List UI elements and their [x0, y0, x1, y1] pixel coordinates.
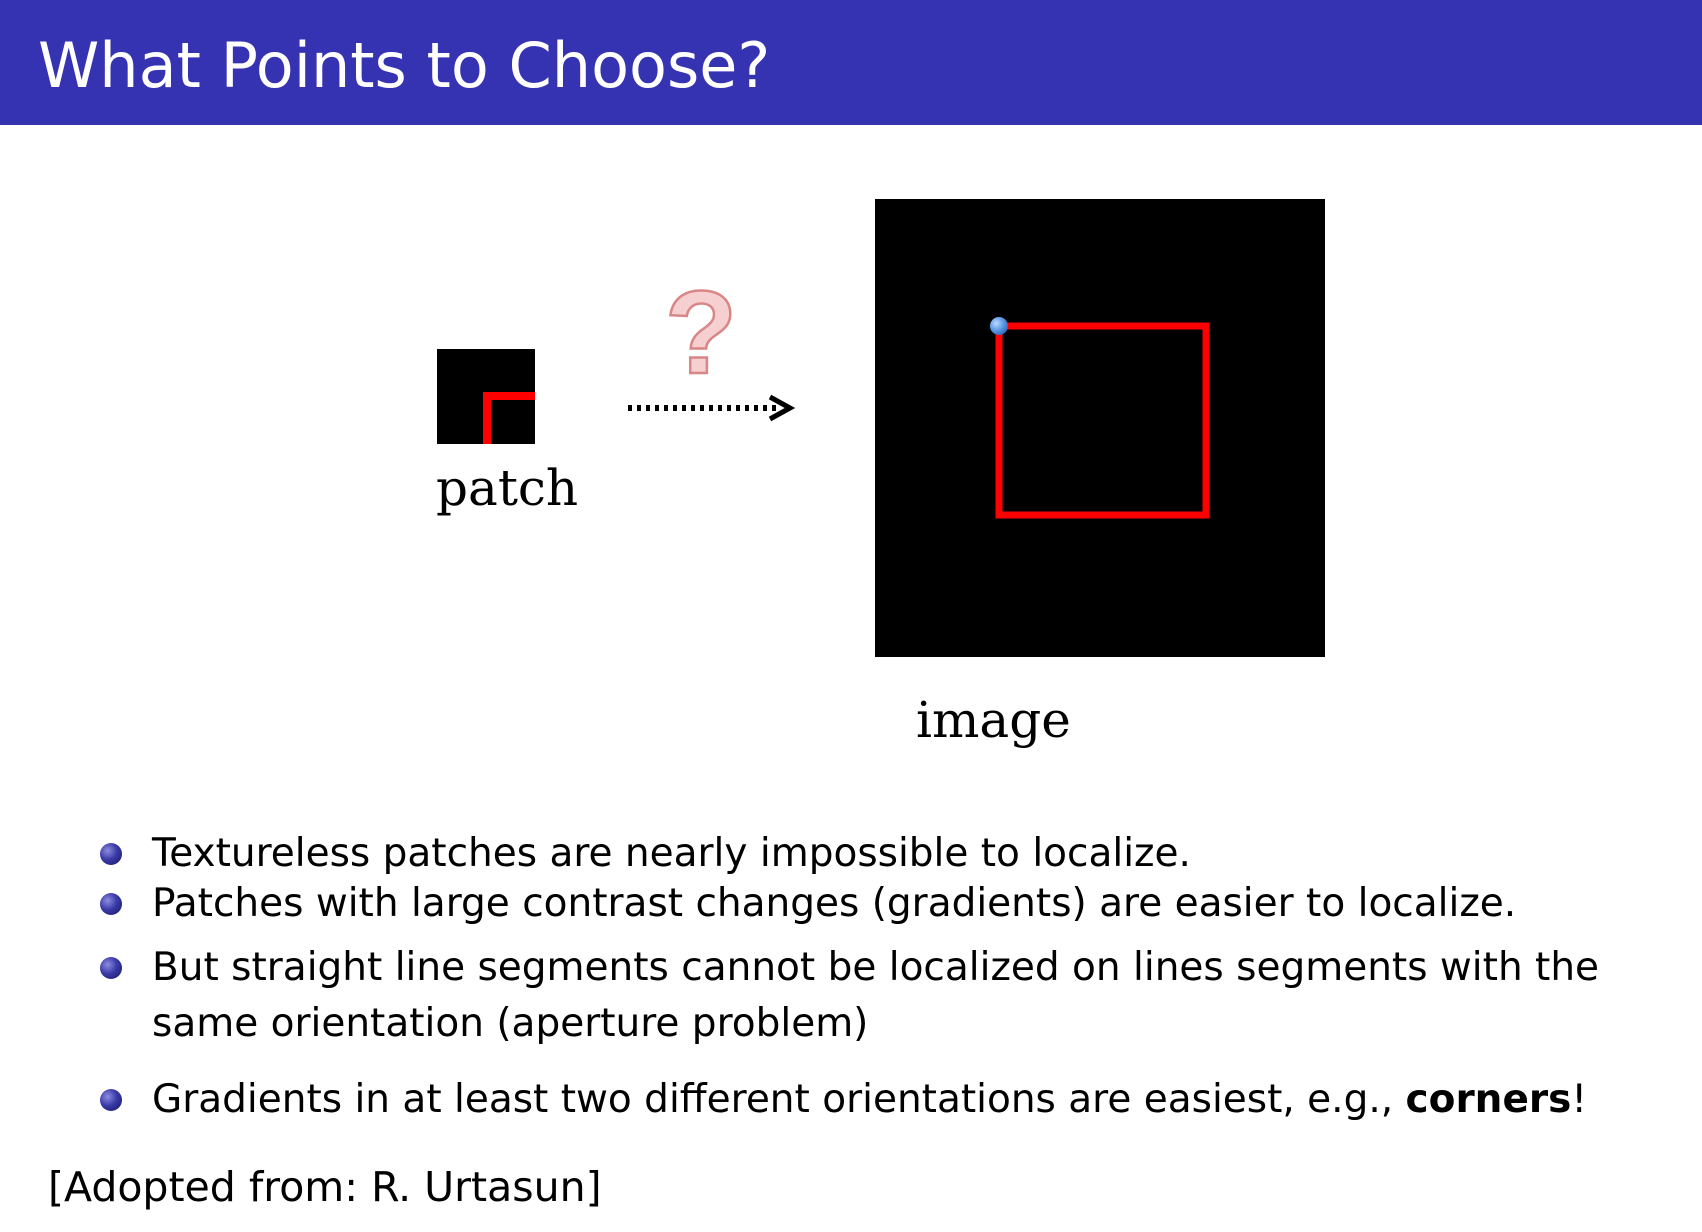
bullet-icon: [100, 893, 122, 915]
image-graphic: [875, 199, 1325, 657]
question-mark-icon: ?: [665, 267, 737, 399]
bullet-suffix: !: [1571, 1077, 1587, 1122]
bullet-text: But straight line segments cannot be loc…: [152, 945, 1600, 1046]
bullet-emphasis: corners: [1405, 1077, 1572, 1122]
bullet-text: Patches with large contrast changes (gra…: [152, 881, 1517, 926]
bullet-icon: [100, 1089, 122, 1111]
bullet-icon: [100, 957, 122, 979]
image-label: image: [916, 691, 1071, 749]
bullet-item: Gradients in at least two different orie…: [100, 1072, 1680, 1128]
bullet-item: But straight line segments cannot be loc…: [100, 940, 1680, 1052]
patch-label: patch: [436, 459, 579, 517]
bullet-item: Patches with large contrast changes (gra…: [100, 876, 1680, 932]
figure-graphic: ?: [437, 199, 1325, 657]
figure: ? patch image: [0, 0, 1702, 800]
match-arrow: [628, 394, 796, 422]
bullet-list: Textureless patches are nearly impossibl…: [100, 826, 1680, 1128]
bullet-item: Textureless patches are nearly impossibl…: [100, 826, 1680, 882]
image-square: [875, 199, 1325, 657]
bullet-text: Textureless patches are nearly impossibl…: [152, 831, 1191, 876]
corner-point-icon: [990, 317, 1008, 335]
bullet-text: Gradients in at least two different orie…: [152, 1077, 1406, 1122]
patch-graphic: [437, 349, 535, 444]
source-citation: [Adopted from: R. Urtasun]: [48, 1163, 602, 1211]
bullet-icon: [100, 843, 122, 865]
